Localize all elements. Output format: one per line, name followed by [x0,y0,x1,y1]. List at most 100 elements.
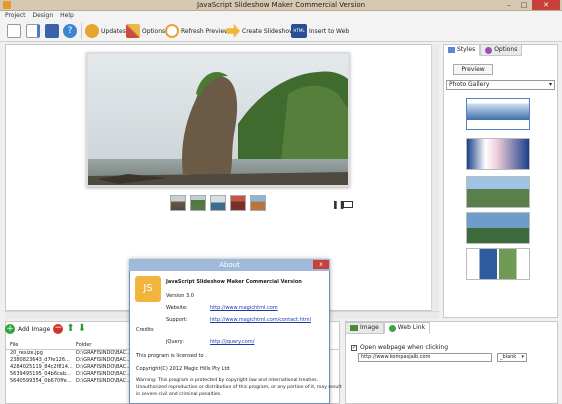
create-slideshow-button[interactable]: Create Slideshow [226,22,294,40]
menu-bar: Project Design Help [0,11,562,20]
file-cell: 5639495195_04b6cab... [10,371,71,377]
tab-image-label: Image [360,324,379,331]
thumbnail[interactable] [210,195,226,211]
menu-design[interactable]: Design [32,11,53,20]
folder-icon [448,47,455,53]
about-close-button[interactable]: x [313,260,329,269]
thumbnail[interactable] [250,195,266,211]
credits-label: Credits [136,327,154,333]
tab-web-link[interactable]: Web Link [383,322,431,334]
checkbox[interactable]: ✓ [351,344,357,351]
app-logo: JS [135,276,161,302]
image-icon [350,325,358,331]
file-cell: 2380823643_d7fe126... [10,357,70,363]
website-label: Website: [166,305,188,311]
options-icon [485,46,493,54]
column-file[interactable]: File [6,342,76,349]
jquery-label: jQuery: [166,339,184,345]
move-down-icon[interactable]: ⬇ [78,324,86,334]
about-product: JavaScript Slideshow Maker Commercial Ve… [166,279,302,285]
window-title: JavaScript Slideshow Maker Commercial Ve… [196,1,366,9]
copyright-text: Copyright(C) 2012 Magic Hills Pty Ltd [136,366,230,372]
gallery-type-select[interactable]: Photo Gallery ▾ [446,80,555,90]
menu-help[interactable]: Help [60,11,74,20]
about-title: About [219,261,240,269]
style-thumbnail[interactable] [466,248,530,280]
chevron-down-icon: ▾ [521,354,524,360]
refresh-label: Refresh Preview [181,27,229,35]
arrow-right-icon [226,24,240,38]
thumbnail[interactable] [230,195,246,211]
updates-icon [85,24,99,38]
new-file-icon [7,24,21,38]
save-project-button[interactable] [45,22,59,40]
style-thumbnail[interactable] [466,176,530,208]
create-label: Create Slideshow [242,27,294,35]
support-label: Support: [166,317,188,323]
minimize-button[interactable]: – [502,0,516,10]
vertical-scrollbar[interactable] [431,44,439,311]
file-cell: 4284025119_84c2f814... [10,364,73,370]
thumbnail[interactable] [170,195,186,211]
updates-label: Updates [101,27,126,35]
insert-to-web-button[interactable]: HTML Insert to Web [291,22,349,40]
gallery-type-value: Photo Gallery [449,81,490,88]
styles-tabs: Styles Options [443,44,523,56]
warning-line-2: Unauthorized reproduction or distributio… [136,385,342,390]
html-icon: HTML [291,24,307,38]
fullscreen-icon[interactable] [343,201,353,208]
close-button[interactable]: ✕ [532,0,560,10]
options-label: Options [142,27,166,35]
open-webpage-checkbox[interactable]: ✓ Open webpage when clicking [351,344,448,351]
url-input[interactable]: http://www.kompasjaib.com [358,353,492,362]
open-project-button[interactable] [26,22,40,40]
move-up-icon[interactable]: ⬆ [66,324,74,334]
tab-options-label: Options [494,46,518,53]
warning-line-3: in severe civil and criminal penalties. [136,392,222,397]
tools-icon [126,24,140,38]
website-link[interactable]: http://www.magichtml.com [210,305,278,311]
help-button[interactable]: ? [63,22,77,40]
style-thumbnail[interactable] [466,98,530,130]
preview-button[interactable]: Preview [453,64,493,75]
style-thumbnail[interactable] [466,212,530,244]
remove-image-icon[interactable]: − [53,324,64,334]
chevron-down-icon: ▾ [548,81,552,88]
target-select[interactable]: _blank ▾ [497,353,527,362]
warning-line-1: Warning: This program is protected by co… [136,378,319,383]
open-file-icon [26,24,40,38]
save-icon [45,24,59,38]
magnifier-icon [165,24,179,38]
file-cell: 20_resize.jpg [10,350,43,356]
globe-icon [388,324,396,332]
menu-project[interactable]: Project [5,11,26,20]
maximize-button[interactable]: □ [517,0,531,10]
options-button[interactable]: Options [126,22,165,40]
add-image-icon[interactable]: + [5,324,15,334]
preview-button-label: Preview [461,66,485,73]
jquery-link[interactable]: http://jquery.com/ [210,339,254,345]
help-icon: ? [63,24,77,38]
tab-options[interactable]: Options [480,44,523,56]
thumbnail[interactable] [190,195,206,211]
about-version: Version 3.0 [166,293,194,299]
properties-tabs: Image Web Link [345,322,431,334]
tab-image[interactable]: Image [345,322,384,334]
toolbar-separator [81,23,82,39]
add-image-label[interactable]: Add Image [18,326,50,333]
license-text: This program is licensed to . [136,353,207,359]
new-project-button[interactable] [7,22,21,40]
title-bar: JavaScript Slideshow Maker Commercial Ve… [0,0,562,11]
refresh-preview-button[interactable]: Refresh Preview [165,22,229,40]
images-toolbar: + Add Image − ⬆ ⬇ [5,322,86,336]
about-title-bar: About [129,259,330,271]
style-thumbnail[interactable] [466,138,530,170]
updates-button[interactable]: Updates [85,22,126,40]
tab-styles-label: Styles [457,46,476,53]
open-webpage-label: Open webpage when clicking [360,344,449,351]
support-link[interactable]: http://www.magichtml.com/contact.html [210,317,311,323]
tab-styles[interactable]: Styles [443,44,481,56]
tab-web-link-label: Web Link [397,324,426,331]
toolbar: ? Updates Options Refresh Preview Create… [0,20,562,42]
file-cell: 5640599354_0b670ffe... [10,378,72,384]
